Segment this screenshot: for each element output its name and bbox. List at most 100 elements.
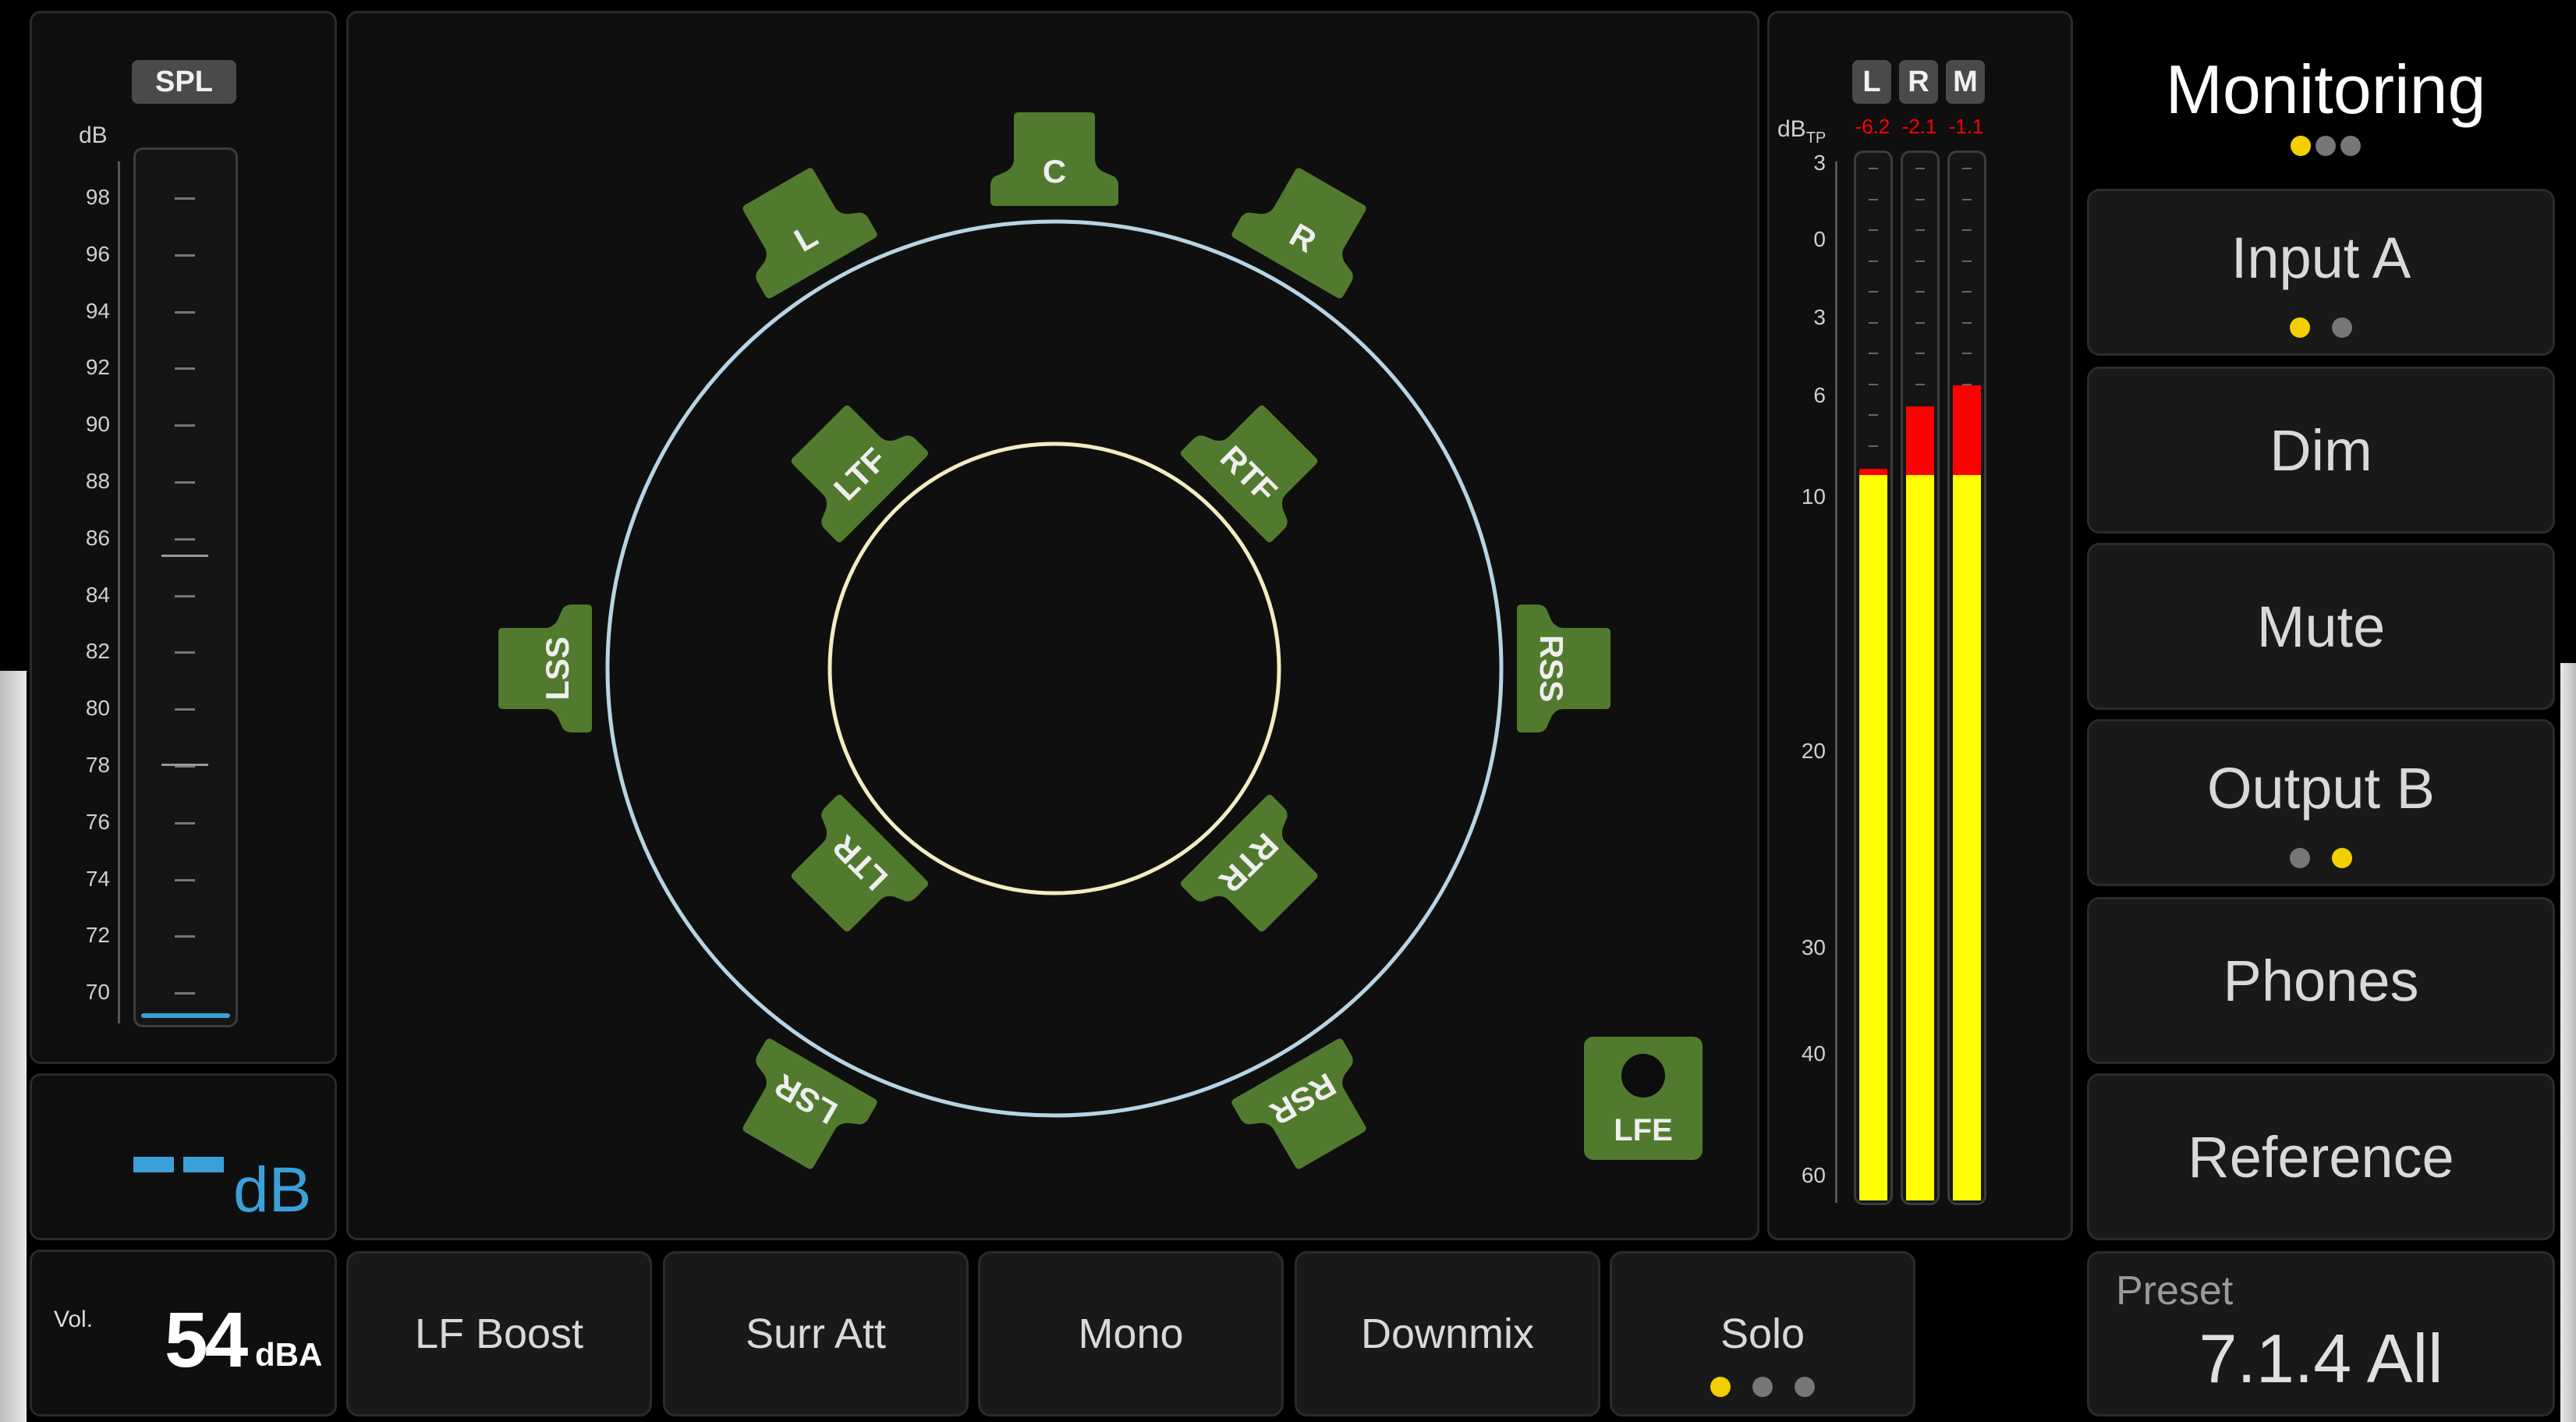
button-lf-boost[interactable]: LF Boost [346,1251,652,1417]
speaker-l[interactable]: L [721,155,878,300]
outer-speaker-ring [605,219,1504,1118]
button-reference[interactable]: Reference [2087,1073,2555,1240]
meter-unit-label: dBTP [1777,116,1827,147]
volume-panel[interactable]: Vol. 54 dBA [30,1250,337,1417]
meter-tick-mark [1869,291,1878,293]
meter-peak-segment [1859,469,1887,475]
button-surr-att[interactable]: Surr Att [663,1251,969,1417]
spl-reference-mark [161,555,208,557]
state-dot [2332,317,2352,338]
meter-scale-label: 6 [1813,383,1826,407]
speaker-lsr[interactable]: LSR [721,1037,878,1183]
speaker-label: C [1043,153,1066,190]
page-dot-3[interactable] [2340,136,2361,156]
spl-tick-label: 72 [85,923,110,948]
spl-tick-mark [175,254,195,257]
meter-peak-segment [1953,385,1981,475]
state-dot [2290,848,2310,868]
spl-badge: SPL [132,60,236,104]
spl-readout-panel: dB [30,1073,337,1240]
meter-channel-m[interactable]: M [1946,60,1985,104]
speaker-label: RSS [1533,635,1570,702]
button-label: Mono [1078,1310,1184,1357]
button-solo[interactable]: Solo [1610,1251,1915,1417]
button-state-dots [1612,1377,1913,1397]
speaker-c[interactable]: C [990,112,1118,206]
speaker-lfe-label: LFE [1614,1113,1673,1147]
meter-tick-mark [1962,168,1972,169]
page-indicator-dots[interactable] [2087,136,2564,156]
inner-speaker-ring [827,441,1281,895]
meter-tick-mark [1962,321,1972,324]
button-phones[interactable]: Phones [2087,897,2555,1064]
spl-unit-label: dB [79,122,108,148]
page-dot-1[interactable] [2291,136,2311,156]
speaker-r[interactable]: R [1230,155,1387,300]
meter-peak-segment [1906,406,1934,475]
button-label: Reference [2188,1124,2454,1190]
spl-readout-value [133,1157,227,1172]
meter-tick-mark [1915,321,1925,324]
speaker-rtf[interactable]: RTF [1179,387,1336,544]
speaker-rss[interactable]: RSS [1517,605,1610,732]
button-label: Phones [2223,948,2419,1013]
meter-tick-mark [1869,229,1878,231]
meter-tick-mark [1962,229,1972,231]
level-meter-panel: LRM dBTP -6.2 -2.1 -1.1 3 0 3 6 10 20 30 40 60 [1767,11,2073,1240]
speaker-ltr[interactable]: LTR [773,793,930,950]
button-label: Output B [2206,755,2436,821]
speaker-lfe[interactable]: LFE [1584,1037,1703,1160]
button-mono[interactable]: Mono [978,1251,1284,1417]
button-label: Input A [2231,225,2411,290]
background-edge-right [2560,663,2576,1422]
spl-tick-mark [175,821,195,824]
spl-tick-label: 92 [85,355,110,380]
spl-tick-mark [175,310,195,314]
button-label: LF Boost [414,1310,584,1357]
state-dot [2290,317,2310,338]
meter-tick-mark [1869,260,1878,262]
state-dot [1710,1377,1731,1397]
button-label: Dim [2270,417,2372,483]
volume-value: 54 [165,1296,248,1384]
meter-tick-mark [1915,229,1925,231]
speaker-ltf[interactable]: LTF [773,387,930,544]
spl-readout-unit: dB [233,1154,312,1225]
button-dim[interactable]: Dim [2087,367,2555,534]
page-dot-2[interactable] [2316,136,2336,156]
preset-label: Preset [2116,1268,2234,1314]
spl-tick-label: 90 [85,412,110,437]
spl-tick-mark [175,424,195,427]
button-output-b[interactable]: Output B [2087,719,2555,886]
spl-tick-label: 78 [85,753,110,777]
spl-meter-level [141,1013,230,1018]
spl-tick-mark [175,708,195,711]
speaker-rtr[interactable]: RTR [1179,793,1336,950]
spl-tick-label: 70 [85,980,110,1005]
meter-tick-mark [1869,321,1878,324]
meter-tick-mark [1962,198,1972,200]
speaker-label: LSS [539,637,576,700]
spl-tick-label: 98 [85,185,110,209]
meter-channel-r[interactable]: R [1899,60,1938,104]
button-mute[interactable]: Mute [2087,543,2555,710]
button-label: Mute [2256,594,2386,659]
button-input-a[interactable]: Input A [2087,189,2555,356]
meter-tick-mark [1962,260,1972,262]
spl-tick-mark [175,651,195,654]
spl-panel: SPL dB 98 96 94 92 90 88 86 84 82 80 78 76 74 72 70 [30,11,337,1064]
speaker-layout-canvas: C L R LTF RTF LSS RSS LTR RTR LSR RSR [498,112,1610,1183]
button-downmix[interactable]: Downmix [1295,1251,1600,1417]
speaker-rsr[interactable]: RSR [1230,1037,1387,1183]
meter-level-fill [1859,475,1887,1200]
page-title: Monitoring [2165,51,2486,128]
meter-tick-mark [1915,291,1925,293]
spl-tick-mark [175,878,195,881]
spl-tick-mark [175,367,195,371]
state-dot [2332,848,2352,868]
meter-tick-mark [1962,291,1972,293]
speaker-lss[interactable]: LSS [498,605,592,732]
meter-channel-l[interactable]: L [1852,60,1891,104]
preset-button[interactable]: Preset 7.1.4 All [2087,1251,2555,1417]
spl-tick-mark [175,594,195,598]
